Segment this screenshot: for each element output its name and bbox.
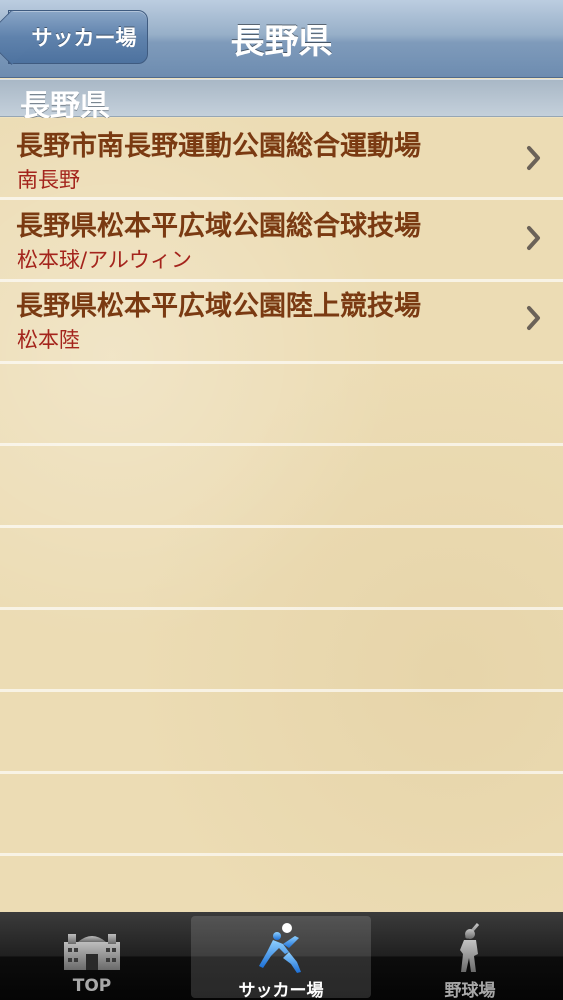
tab-top[interactable]: TOP [2,916,182,998]
page-title: 長野県 [230,22,333,62]
tab-soccer[interactable]: サッカー場 [191,916,371,1000]
list-item[interactable]: 長野県松本平広域公園陸上競技場 松本陸 [0,278,563,358]
section-header: 長野県 [0,79,563,124]
list-item-title: 長野県松本平広域公園総合球技場 [16,211,421,242]
tab-bar: TOP サッカー場 野球場 [0,912,563,1000]
list-item-subtitle: 南長野 [17,168,80,192]
list-item-subtitle: 松本球/アルウィン [17,248,192,272]
tab-label: サッカー場 [238,981,324,1000]
list-item-title: 長野市南長野運動公園総合運動場 [16,131,421,162]
list-item[interactable]: 長野県松本平広域公園総合球技場 松本球/アルウィン [0,198,563,278]
baseball-player-icon [460,923,480,972]
tab-baseball[interactable]: 野球場 [380,916,560,1000]
navigation-bar: サッカー場 長野県 [0,0,563,78]
list-item[interactable]: 長野市南長野運動公園総合運動場 南長野 [0,118,563,198]
chevron-right-icon [527,226,540,250]
tab-label: TOP [72,976,112,996]
list-item-title: 長野県松本平広域公園陸上競技場 [16,291,421,322]
stadium-list: 長野市南長野運動公園総合運動場 南長野 長野県松本平広域公園総合球技場 松本球/… [0,118,563,912]
tab-label: 野球場 [444,981,496,1000]
soccer-player-icon [259,923,301,973]
stadium-icon [64,934,120,970]
chevron-right-icon [527,146,540,170]
list-item-subtitle: 松本陸 [17,328,80,352]
chevron-right-icon [527,306,540,330]
